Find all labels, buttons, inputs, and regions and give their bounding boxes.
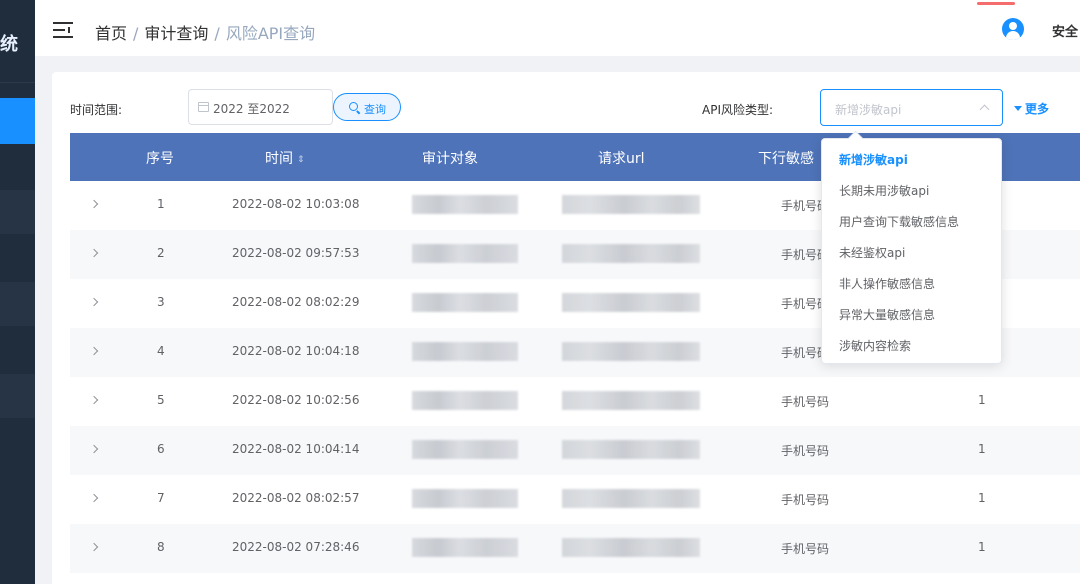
expand-row-icon[interactable] — [89, 395, 99, 405]
query-button-label: 查询 — [364, 103, 386, 116]
sidebar-item[interactable] — [0, 282, 35, 326]
cell-time: 2022-08-02 09:57:53 — [232, 246, 360, 260]
table-row[interactable]: 7 2022-08-02 08:02:57 手机号码 1 — [70, 475, 1080, 524]
cell-time: 2022-08-02 08:02:57 — [232, 491, 360, 505]
cell-time: 2022-08-02 10:04:14 — [232, 442, 360, 456]
cell-sensitive-type: 手机号码 — [781, 542, 830, 556]
dropdown-option[interactable]: 用户查询下载敏感信息 — [839, 213, 959, 230]
expand-row-icon[interactable] — [89, 248, 99, 258]
redacted-audit-object — [412, 440, 518, 459]
dropdown-option[interactable]: 涉敏内容检索 — [839, 337, 911, 354]
query-button[interactable]: 查询 — [333, 93, 401, 121]
dropdown-option[interactable]: 异常大量敏感信息 — [839, 306, 935, 323]
api-risk-type-dropdown: 新增涉敏api 长期未用涉敏api 用户查询下载敏感信息 未经鉴权api 非人操… — [821, 138, 1002, 364]
cell-no: 8 — [157, 540, 165, 554]
redacted-audit-object — [412, 293, 518, 312]
sidebar-brand: 统 — [0, 34, 18, 55]
redacted-audit-object — [412, 489, 518, 508]
sort-icon[interactable]: ⇕ — [297, 155, 305, 165]
cell-no: 3 — [157, 295, 165, 309]
sidebar-divider — [0, 82, 35, 83]
cell-time: 2022-08-02 08:02:29 — [232, 295, 360, 309]
cell-count: 1 — [978, 491, 986, 505]
redacted-audit-object — [412, 244, 518, 263]
cell-no: 4 — [157, 344, 165, 358]
api-risk-type-select[interactable]: 新增涉敏api — [820, 89, 1003, 126]
redacted-request-url — [562, 440, 700, 459]
chevron-up-icon — [979, 104, 990, 115]
column-header-no: 序号 — [146, 151, 174, 167]
cell-no: 1 — [157, 197, 165, 211]
column-header-time[interactable]: 时间 ⇕ — [265, 148, 305, 168]
expand-row-icon[interactable] — [89, 542, 99, 552]
redacted-request-url — [562, 195, 700, 214]
expand-row-icon[interactable] — [89, 444, 99, 454]
breadcrumb-home[interactable]: 首页 — [95, 24, 127, 43]
column-header-audit-object: 审计对象 — [422, 151, 478, 167]
redacted-request-url — [562, 293, 700, 312]
cell-time: 2022-08-02 10:02:56 — [232, 393, 360, 407]
more-filters-label: 更多 — [1025, 102, 1050, 116]
time-range-label: 时间范围: — [70, 103, 123, 117]
breadcrumb-current: 风险API查询 — [225, 24, 316, 43]
cell-sensitive-type: 手机号码 — [781, 395, 830, 409]
menu-toggle-icon[interactable] — [53, 22, 73, 38]
sidebar-item[interactable] — [0, 374, 35, 418]
api-risk-type-label: API风险类型: — [702, 103, 774, 117]
sidebar: 统 — [0, 0, 35, 584]
breadcrumb: 首页 / 审计查询 / 风险API查询 — [95, 24, 316, 43]
redacted-request-url — [562, 391, 700, 410]
dropdown-option[interactable]: 未经鉴权api — [839, 244, 905, 261]
redacted-request-url — [562, 538, 700, 557]
column-header-request-url: 请求url — [598, 151, 645, 167]
redacted-audit-object — [412, 195, 518, 214]
top-header: 首页 / 审计查询 / 风险API查询 安全 — [35, 0, 1080, 56]
expand-row-icon[interactable] — [89, 346, 99, 356]
cell-time: 2022-08-02 10:04:18 — [232, 344, 360, 358]
dropdown-option[interactable]: 非人操作敏感信息 — [839, 275, 935, 292]
redacted-request-url — [562, 244, 700, 263]
cell-no: 5 — [157, 393, 165, 407]
cell-no: 7 — [157, 491, 165, 505]
cell-sensitive-type: 手机号码 — [781, 493, 830, 507]
user-avatar-icon[interactable] — [1002, 18, 1024, 40]
sidebar-item-active[interactable] — [0, 98, 35, 144]
caret-down-icon — [1014, 106, 1022, 111]
dropdown-option-selected[interactable]: 新增涉敏api — [839, 151, 908, 168]
table-row[interactable]: 6 2022-08-02 10:04:14 手机号码 1 — [70, 426, 1080, 475]
cell-time: 2022-08-02 10:03:08 — [232, 197, 360, 211]
expand-row-icon[interactable] — [89, 199, 99, 209]
sidebar-item[interactable] — [0, 190, 35, 234]
column-header-time-label: 时间 — [265, 151, 293, 167]
calendar-icon — [198, 102, 209, 112]
breadcrumb-audit-query[interactable]: 审计查询 — [144, 24, 208, 43]
cell-count: 1 — [978, 540, 986, 554]
more-filters-link[interactable]: 更多 — [1014, 100, 1049, 117]
cell-no: 6 — [157, 442, 165, 456]
table-row[interactable]: 8 2022-08-02 07:28:46 手机号码 1 — [70, 524, 1080, 573]
search-icon — [349, 102, 358, 111]
dropdown-option[interactable]: 长期未用涉敏api — [839, 182, 929, 199]
header-accent-bar — [977, 2, 1015, 5]
user-name[interactable]: 安全 — [1052, 21, 1080, 40]
cell-no: 2 — [157, 246, 165, 260]
select-placeholder: 新增涉敏api — [835, 103, 902, 117]
redacted-request-url — [562, 342, 700, 361]
cell-time: 2022-08-02 07:28:46 — [232, 540, 360, 554]
redacted-audit-object — [412, 391, 518, 410]
redacted-audit-object — [412, 342, 518, 361]
redacted-request-url — [562, 489, 700, 508]
cell-count: 1 — [978, 442, 986, 456]
cell-count: 1 — [978, 393, 986, 407]
expand-row-icon[interactable] — [89, 493, 99, 503]
redacted-audit-object — [412, 538, 518, 557]
cell-sensitive-type: 手机号码 — [781, 444, 830, 458]
date-range-picker[interactable]: 2022 至2022 — [188, 89, 333, 125]
date-range-value: 2022 至2022 — [213, 102, 290, 116]
column-header-downstream-sensitive: 下行敏感 — [758, 151, 814, 167]
expand-row-icon[interactable] — [89, 297, 99, 307]
table-row[interactable]: 5 2022-08-02 10:02:56 手机号码 1 — [70, 377, 1080, 426]
